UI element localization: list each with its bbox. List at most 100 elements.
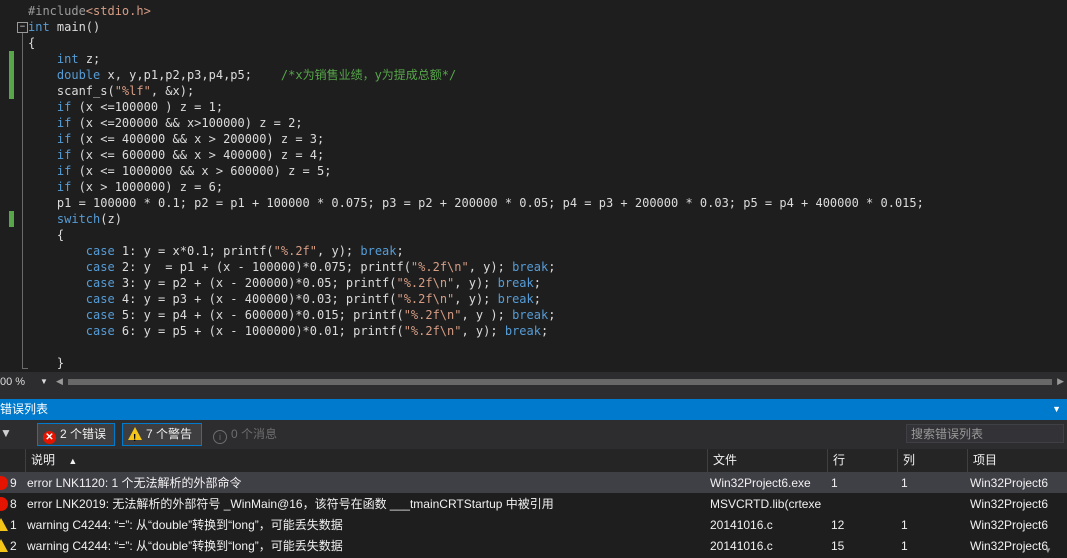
code-line[interactable]: case 1: y = x*0.1; printf("%.2f", y); br… <box>28 243 924 259</box>
code-token: ; <box>533 292 541 306</box>
cell-desc: warning C4244: “=”: 从“double”转换到“long”，可… <box>27 539 343 553</box>
code-token: , y); <box>468 260 513 274</box>
code-token: 5: y = p4 + (x - 600000)*0.015; printf( <box>114 308 404 322</box>
fold-guide <box>22 33 23 369</box>
messages-filter-button[interactable]: i 0 个消息 <box>207 423 289 446</box>
code-token: 4: y = p3 + (x - 400000)*0.03; printf( <box>114 292 397 306</box>
cell-line: 1 <box>831 476 838 490</box>
code-token: case <box>85 260 115 274</box>
code-line[interactable]: if (x <= 400000 && x > 200000) z = 3; <box>28 131 924 147</box>
code-line[interactable]: { <box>28 35 924 51</box>
panel-splitter[interactable] <box>0 392 1067 399</box>
cell-desc: error LNK1120: 1 个无法解析的外部命令 <box>27 476 242 490</box>
change-marker <box>9 51 14 99</box>
cell-project: Win32Project6 <box>970 518 1049 532</box>
code-editor[interactable]: − #include<stdio.h> int main(){ int z; do… <box>0 0 1067 372</box>
zoom-value: 00 % <box>0 376 26 388</box>
code-line[interactable]: { <box>28 227 924 243</box>
code-line[interactable]: case 4: y = p3 + (x - 400000)*0.03; prin… <box>28 291 924 307</box>
code-token: "%.2f\n" <box>403 324 462 338</box>
code-token: if <box>56 132 72 146</box>
code-token: break <box>497 276 534 290</box>
horizontal-scrollbar[interactable]: ◀ ▶ <box>56 376 1064 388</box>
scrollbar-thumb[interactable] <box>68 379 1052 385</box>
messages-filter-label: 0 个消息 <box>231 427 278 441</box>
code-token: { <box>28 228 65 242</box>
column-desc-label: 说明 <box>31 453 56 467</box>
code-line[interactable]: if (x <=200000 && x>100000) z = 2; <box>28 115 924 131</box>
code-line[interactable]: case 6: y = p5 + (x - 1000000)*0.01; pri… <box>28 323 924 339</box>
code-token: (x <=100000 ) z = 1; <box>71 100 224 114</box>
code-line[interactable]: scanf_s("%lf", &x); <box>28 83 924 99</box>
code-token: /*x为销售业绩，y为提成总额*/ <box>280 68 457 82</box>
error-list-row[interactable]: 9 error LNK1120: 1 个无法解析的外部命令 Win32Project… <box>0 473 1067 493</box>
code-token: case <box>85 292 115 306</box>
warning-icon: ! <box>128 427 142 444</box>
vertical-scrollbar[interactable]: ▼ <box>1044 540 1058 555</box>
warnings-filter-button[interactable]: ! 7 个警告 <box>122 423 202 446</box>
code-token: #include <box>28 4 86 18</box>
code-token: switch <box>56 212 101 226</box>
code-line[interactable]: p1 = 100000 * 0.1; p2 = p1 + 100000 * 0.… <box>28 195 924 211</box>
panel-menu-icon[interactable]: ▼ <box>1052 399 1061 420</box>
code-token: (x <= 400000 && x > 200000) z = 3; <box>71 132 325 146</box>
search-placeholder: 搜索错误列表 <box>911 427 984 441</box>
code-line[interactable]: #include<stdio.h> <box>28 3 924 19</box>
scroll-left-icon[interactable]: ◀ <box>56 376 63 387</box>
code-token: (x <= 1000000 && x > 600000) z = 5; <box>71 164 332 178</box>
column-header-project[interactable]: 项目 <box>967 449 1067 472</box>
code-token: "%.2f\n" <box>396 276 455 290</box>
error-list-row[interactable]: 8 error LNK2019: 无法解析的外部符号 _WinMain@16，该符… <box>0 494 1067 514</box>
code-token: break <box>512 260 549 274</box>
code-token: (x <=200000 && x>100000) z = 2; <box>71 116 303 130</box>
code-token: if <box>56 148 72 162</box>
code-token: , y); <box>454 292 498 306</box>
code-token: if <box>56 100 72 114</box>
code-line[interactable]: int main() <box>28 19 924 35</box>
collapse-icon[interactable]: − <box>17 22 28 33</box>
code-line[interactable]: case 2: y = p1 + (x - 100000)*0.075; pri… <box>28 259 924 275</box>
error-list-row[interactable]: 1 warning C4244: “=”: 从“double”转换到“long”，… <box>0 515 1067 535</box>
scroll-down-icon[interactable]: ▼ <box>1044 546 1052 555</box>
column-line-label: 行 <box>833 453 846 467</box>
code-line[interactable]: double x, y,p1,p2,p3,p4,p5; /*x为销售业绩，y为提… <box>28 67 924 83</box>
error-list-row[interactable]: 2 warning C4244: “=”: 从“double”转换到“long”，… <box>0 536 1067 556</box>
errors-filter-button[interactable]: ✕ 2 个错误 <box>37 423 115 446</box>
code-line[interactable]: } <box>28 355 924 371</box>
code-line[interactable]: case 3: y = p2 + (x - 200000)*0.05; prin… <box>28 275 924 291</box>
search-error-list-input[interactable]: 搜索错误列表 <box>906 424 1064 443</box>
warning-icon <box>0 539 8 552</box>
code-text[interactable]: #include<stdio.h> int main(){ int z; doub… <box>28 3 924 371</box>
code-token: break <box>512 308 549 322</box>
column-header-file[interactable]: 文件 <box>707 449 827 472</box>
code-token: x, y,p1,p2,p3,p4,p5; <box>100 68 281 82</box>
editor-status-bar: 00 % ▼ ◀ ▶ <box>0 372 1067 392</box>
code-token: (x > 1000000) z = 6; <box>71 180 224 194</box>
code-line[interactable] <box>28 339 924 355</box>
code-token: case <box>85 324 115 338</box>
code-line[interactable]: int z; <box>28 51 924 67</box>
cell-num: 8 <box>10 497 17 511</box>
code-line[interactable]: if (x <= 1000000 && x > 600000) z = 5; <box>28 163 924 179</box>
column-header-line[interactable]: 行 <box>827 449 897 472</box>
cell-file: MSVCRTD.lib(crtexe <box>710 497 822 511</box>
cell-line: 12 <box>831 518 845 532</box>
sort-ascending-icon: ▲ <box>68 456 78 466</box>
code-line[interactable]: switch(z) <box>28 211 924 227</box>
scroll-right-icon[interactable]: ▶ <box>1057 376 1064 387</box>
column-header-desc[interactable]: 说明 ▲ <box>25 449 707 472</box>
code-line[interactable]: if (x > 1000000) z = 6; <box>28 179 924 195</box>
info-icon: i <box>213 430 227 444</box>
code-line[interactable]: if (x <= 600000 && x > 400000) z = 4; <box>28 147 924 163</box>
code-line[interactable]: case 5: y = p4 + (x - 600000)*0.015; pri… <box>28 307 924 323</box>
zoom-dropdown[interactable]: 00 % ▼ <box>0 372 52 392</box>
error-icon <box>0 476 8 490</box>
filter-dropdown-icon[interactable]: ▼ <box>0 426 12 440</box>
column-header-col[interactable]: 列 <box>897 449 967 472</box>
code-token: case <box>85 244 115 258</box>
code-line[interactable]: if (x <=100000 ) z = 1; <box>28 99 924 115</box>
